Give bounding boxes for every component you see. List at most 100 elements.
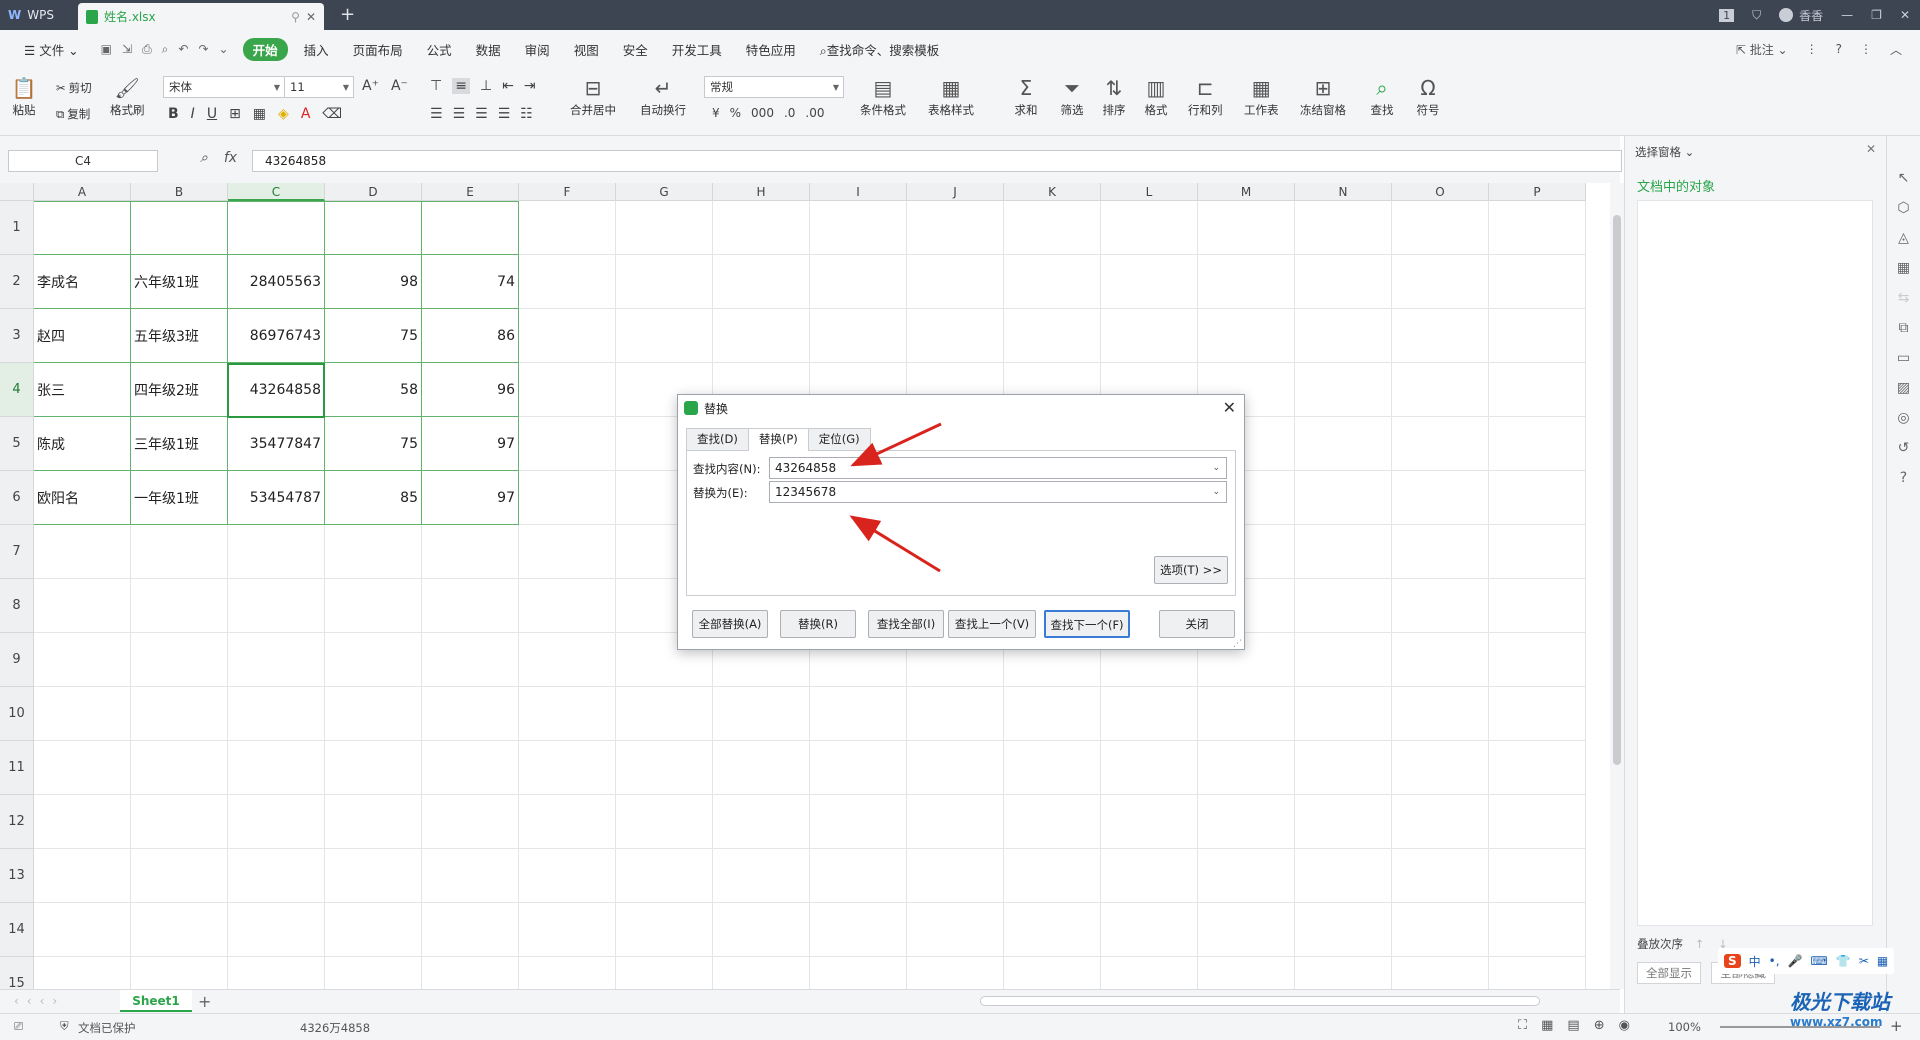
find-all-button[interactable]: 查找全部(I) — [868, 610, 944, 638]
cursor-icon[interactable]: ↖ — [1898, 170, 1910, 186]
increase-decimal-icon[interactable]: .0 — [784, 106, 795, 120]
paste-button[interactable]: 📋 粘贴 — [10, 74, 38, 118]
location-icon[interactable]: ◎ — [1897, 410, 1909, 426]
wrap-text-button[interactable]: ↵ 自动换行 — [640, 74, 686, 118]
underline-icon[interactable]: U — [207, 106, 217, 122]
column-header-l[interactable]: L — [1101, 183, 1198, 201]
freeze-button[interactable]: ⊞ 冻结窗格 — [1300, 74, 1346, 118]
move-up-icon[interactable]: ↑ — [1695, 937, 1705, 951]
formula-input[interactable]: 43264858 — [252, 150, 1622, 172]
page-badge[interactable]: 1 — [1719, 8, 1735, 22]
merge-center-button[interactable]: ⊟ 合并居中 — [570, 74, 616, 118]
menu-special[interactable]: 特色应用 — [734, 40, 808, 59]
zoom-in-icon[interactable]: + — [1890, 1017, 1903, 1035]
format-button[interactable]: ▥ 格式 — [1142, 74, 1170, 118]
menu-developer[interactable]: 开发工具 — [660, 40, 734, 59]
menu-security[interactable]: 安全 — [611, 40, 660, 59]
row-header-9[interactable]: 9 — [0, 633, 34, 687]
options-icon[interactable]: ⋮ — [1860, 42, 1872, 56]
image-icon[interactable]: ▨ — [1897, 380, 1910, 396]
protected-status[interactable]: 文档已保护 — [78, 1020, 136, 1036]
table-cell[interactable]: 58 — [325, 363, 422, 417]
save-icon[interactable]: ▣ — [101, 42, 112, 56]
indent-increase-icon[interactable]: ⇥ — [524, 78, 536, 94]
column-header-b[interactable]: B — [131, 183, 228, 201]
table-cell[interactable]: 75 — [325, 417, 422, 471]
page-break-icon[interactable]: ⊕ — [1594, 1018, 1605, 1033]
chevron-down-icon[interactable]: ⌄ — [1212, 458, 1220, 478]
table-icon[interactable]: ▦ — [1897, 260, 1910, 276]
tab-find[interactable]: 查找(D) — [686, 428, 749, 450]
file-tab[interactable]: 姓名.xlsx ⚲ ✕ — [78, 3, 324, 30]
row-header-1[interactable]: 1 — [0, 201, 34, 255]
font-size-select[interactable]: 11 ▼ — [284, 76, 354, 98]
row-header-12[interactable]: 12 — [0, 795, 34, 849]
number-format-select[interactable]: 常规 ▼ — [704, 76, 844, 98]
close-button[interactable]: 关闭 — [1159, 610, 1235, 638]
table-cell[interactable]: 74 — [422, 255, 519, 309]
command-search[interactable]: ⌕查找命令、搜索模板 — [808, 40, 952, 59]
vertical-scroll-thumb[interactable] — [1613, 215, 1621, 765]
tab-goto[interactable]: 定位(G) — [807, 428, 871, 450]
row-header-2[interactable]: 2 — [0, 255, 34, 309]
column-header-i[interactable]: I — [810, 183, 907, 201]
table-cell[interactable]: 53454787 — [228, 471, 325, 525]
name-box[interactable]: C4 — [8, 150, 158, 172]
zoom-level[interactable]: 100% — [1668, 1020, 1701, 1034]
add-sheet-icon[interactable]: + — [198, 992, 211, 1011]
pin-icon[interactable]: ⚲ — [291, 10, 300, 24]
menu-page-layout[interactable]: 页面布局 — [341, 40, 415, 59]
monitor-icon[interactable]: ⎚ — [14, 1019, 23, 1034]
fullscreen-icon[interactable]: ⛶ — [1518, 1018, 1527, 1033]
column-header-o[interactable]: O — [1392, 183, 1489, 201]
menu-home[interactable]: 开始 — [242, 37, 288, 61]
row-header-8[interactable]: 8 — [0, 579, 34, 633]
horizontal-scroll-thumb[interactable] — [980, 996, 1540, 1006]
chevron-down-icon[interactable]: ⌄ — [1212, 482, 1220, 502]
history-icon[interactable]: ↺ — [1898, 440, 1910, 456]
sheet-tab-sheet1[interactable]: Sheet1 — [120, 990, 192, 1012]
table-cell[interactable]: 35477847 — [228, 417, 325, 471]
column-header-a[interactable]: A — [34, 183, 131, 201]
row-header-6[interactable]: 6 — [0, 471, 34, 525]
row-header-4[interactable]: 4 — [0, 363, 34, 417]
row-header-5[interactable]: 5 — [0, 417, 34, 471]
tab-replace[interactable]: 替换(P) — [747, 428, 809, 451]
column-header-p[interactable]: P — [1489, 183, 1586, 201]
active-cell-c4[interactable] — [227, 363, 325, 418]
table-cell[interactable]: 86976743 — [228, 309, 325, 363]
reading-mode-icon[interactable]: ◉ — [1619, 1018, 1630, 1033]
page-view-icon[interactable]: ▤ — [1567, 1018, 1579, 1033]
font-name-select[interactable]: 宋体 ▼ — [163, 76, 285, 98]
table-cell[interactable] — [325, 201, 422, 255]
file-menu[interactable]: ☰ 文件 ⌄ — [12, 40, 91, 59]
redo-icon[interactable]: ↷ — [198, 42, 208, 56]
align-right-icon[interactable]: ☰ — [475, 106, 488, 122]
align-top-icon[interactable]: ⊤ — [430, 78, 442, 94]
shapes-icon[interactable]: ⬡ — [1897, 200, 1909, 216]
table-cell[interactable]: 28405563 — [228, 255, 325, 309]
table-cell[interactable]: 75 — [325, 309, 422, 363]
fx-icon[interactable]: fx — [224, 150, 237, 166]
copy-button[interactable]: ⧉ 复制 — [56, 106, 90, 122]
table-cell[interactable]: 欧阳名 — [34, 471, 131, 525]
find-previous-button[interactable]: 查找上一个(V) — [948, 610, 1036, 638]
clear-icon[interactable]: ⌫ — [322, 106, 342, 122]
align-bottom-icon[interactable]: ⊥ — [480, 78, 492, 94]
font-color-icon[interactable]: A — [301, 106, 311, 122]
align-left-icon[interactable]: ☰ — [430, 106, 443, 122]
close-tab-icon[interactable]: ✕ — [306, 10, 316, 24]
customize-icon[interactable]: ⌄ — [219, 42, 229, 56]
column-header-j[interactable]: J — [907, 183, 1004, 201]
distribute-icon[interactable]: ☷ — [520, 106, 533, 122]
row-header-3[interactable]: 3 — [0, 309, 34, 363]
export-icon[interactable]: ⇲ — [122, 42, 132, 56]
row-header-13[interactable]: 13 — [0, 849, 34, 903]
conditional-format-button[interactable]: ▤ 条件格式 — [860, 74, 906, 118]
dialog-titlebar[interactable]: 替换 — [678, 395, 1244, 421]
menu-view[interactable]: 视图 — [562, 40, 611, 59]
table-cell[interactable]: 97 — [422, 417, 519, 471]
wps-home-tab[interactable]: W WPS — [0, 0, 78, 30]
skin-icon[interactable]: ⛉ — [1752, 8, 1761, 23]
menu-formula[interactable]: 公式 — [415, 40, 464, 59]
